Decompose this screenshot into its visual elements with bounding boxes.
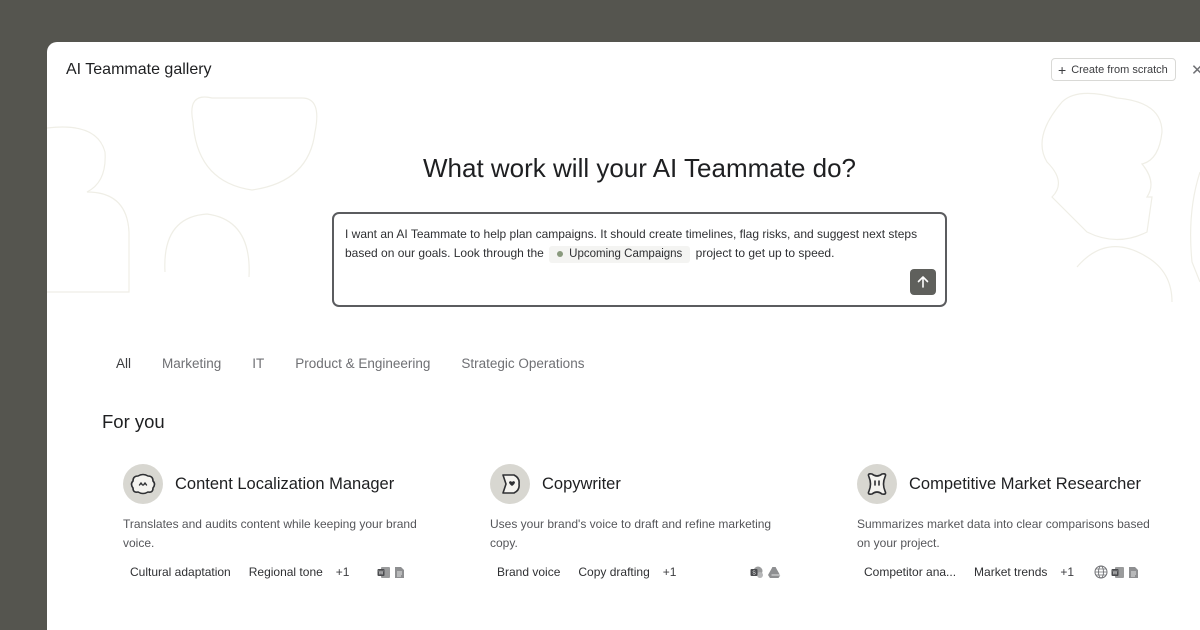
document-icon <box>395 566 405 578</box>
svg-text:W: W <box>379 570 384 576</box>
project-dot-icon <box>557 251 564 257</box>
card-description: Summarizes market data into clear compar… <box>857 517 1150 550</box>
skill-tag: Cultural adaptation <box>130 565 231 579</box>
arrow-up-icon <box>917 276 929 288</box>
clover-face-icon <box>867 473 887 495</box>
prompt-text-after: project to get up to speed. <box>695 246 835 260</box>
send-button[interactable] <box>910 269 936 295</box>
teammate-card-content-localization[interactable]: Content Localization Manager Translates … <box>123 462 453 579</box>
cloud-face-icon <box>130 473 156 495</box>
skill-tag: Market trends <box>974 565 1048 579</box>
teammate-card-copywriter[interactable]: Copywriter Uses your brand's voice to dr… <box>490 462 820 579</box>
project-chip-label: Upcoming Campaigns <box>569 247 683 260</box>
tab-marketing[interactable]: Marketing <box>162 356 221 371</box>
heart-face-icon <box>502 474 520 494</box>
skill-tag: Copy drafting <box>578 565 650 579</box>
tab-it[interactable]: IT <box>252 356 264 371</box>
tab-strategic-operations[interactable]: Strategic Operations <box>461 356 584 371</box>
skill-tag: Regional tone <box>248 565 323 579</box>
card-description: Translates and audits content while keep… <box>123 517 417 550</box>
skill-tag: Competitor ana... <box>864 565 957 579</box>
svg-text:W: W <box>1113 570 1118 576</box>
page-headline: What work will your AI Teammate do? <box>422 153 857 183</box>
word-doc-icon: W <box>1111 566 1125 578</box>
create-from-scratch-button[interactable]: + Create from scratch <box>1051 58 1176 81</box>
section-title: For you <box>102 411 165 432</box>
window-title: AI Teammate gallery <box>66 61 212 78</box>
card-description: Uses your brand's voice to draft and ref… <box>490 517 772 550</box>
create-from-scratch-label: Create from scratch <box>1071 63 1168 76</box>
teammate-avatar <box>490 464 530 504</box>
skill-tag: Brand voice <box>497 565 561 579</box>
teammate-card-competitive-market-researcher[interactable]: Competitive Market Researcher Summarizes… <box>857 462 1187 579</box>
google-drive-icon <box>767 566 782 578</box>
gallery-window: AI Teammate gallery + Create from scratc… <box>47 42 1200 630</box>
teammate-avatar <box>123 464 163 504</box>
prompt-text[interactable]: I want an AI Teammate to help plan campa… <box>345 225 940 263</box>
project-chip[interactable]: Upcoming Campaigns <box>549 245 691 263</box>
more-skills-count: +1 <box>662 565 677 579</box>
category-tabs: All Marketing IT Product & Engineering S… <box>116 356 584 371</box>
more-skills-count: +1 <box>1060 565 1075 579</box>
word-doc-icon: W <box>377 566 391 578</box>
tab-product-engineering[interactable]: Product & Engineering <box>295 356 430 371</box>
close-icon[interactable]: ✕ <box>1191 61 1200 79</box>
card-title: Competitive Market Researcher <box>909 474 1141 493</box>
globe-icon <box>1094 565 1108 579</box>
teammate-avatar <box>857 464 897 504</box>
tab-all[interactable]: All <box>116 356 131 371</box>
plus-icon: + <box>1058 61 1067 78</box>
document-icon <box>1129 566 1139 578</box>
sharepoint-icon: S <box>750 566 764 578</box>
prompt-input[interactable]: I want an AI Teammate to help plan campa… <box>332 212 947 307</box>
more-skills-count: +1 <box>335 565 350 579</box>
card-title: Content Localization Manager <box>175 474 395 493</box>
card-title: Copywriter <box>542 474 621 493</box>
